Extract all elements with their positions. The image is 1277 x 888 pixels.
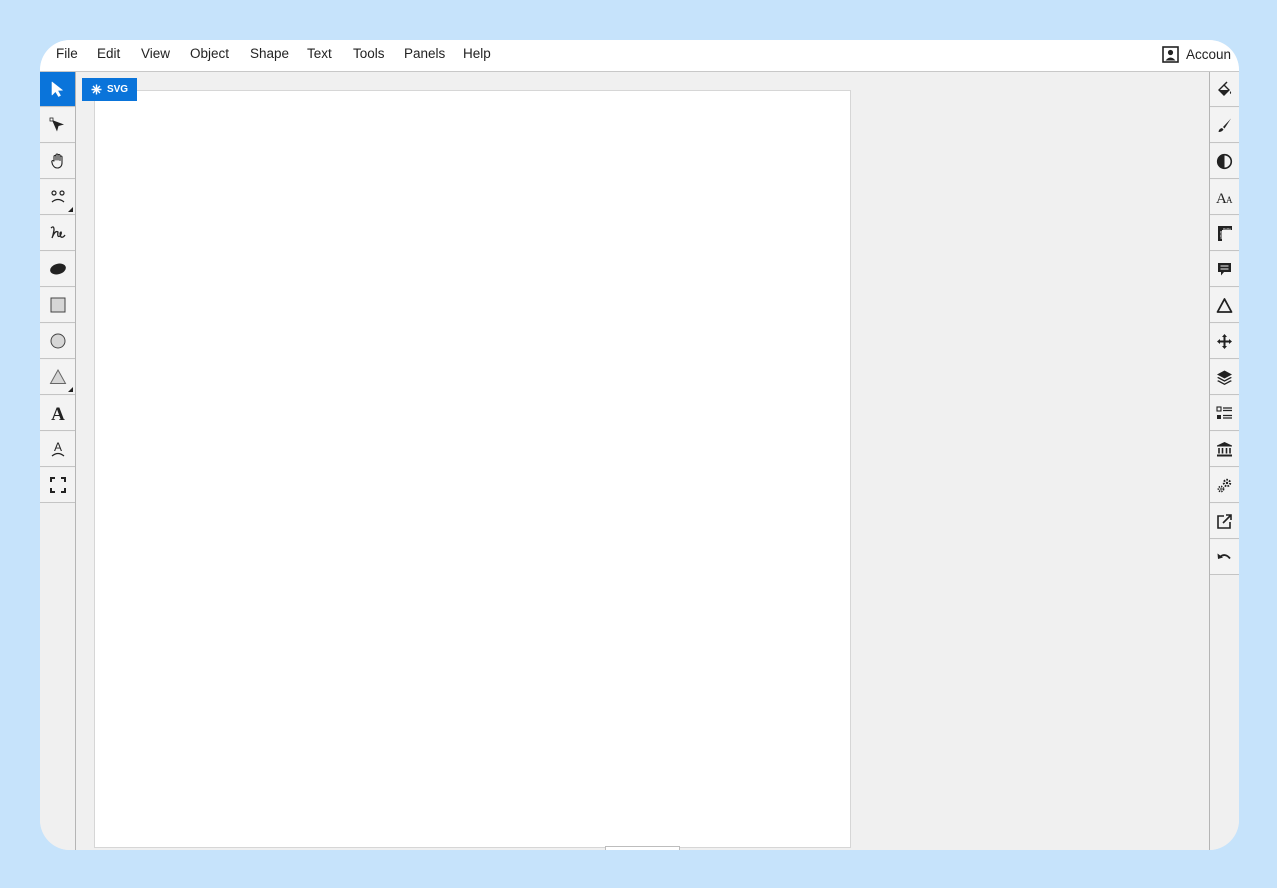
triangle-icon: [49, 368, 66, 384]
move-icon: [1217, 333, 1232, 349]
comment-icon: [1218, 262, 1231, 275]
tool-select[interactable]: [40, 72, 75, 107]
account-icon: [1162, 45, 1179, 63]
canvas-workspace[interactable]: SVG: [76, 72, 1209, 850]
panel-comments[interactable]: [1210, 252, 1239, 287]
tool-polygon[interactable]: [40, 360, 75, 395]
menu-file[interactable]: File: [56, 40, 78, 72]
font-size-icon: A A: [1216, 191, 1233, 206]
panel-opacity[interactable]: [1210, 144, 1239, 179]
menu-tools[interactable]: Tools: [353, 40, 385, 72]
panel-export[interactable]: [1210, 504, 1239, 539]
ruler-icon: [1218, 225, 1232, 241]
contrast-icon: [1216, 153, 1233, 169]
text-icon: A: [51, 404, 65, 422]
symbol-face-icon: [50, 190, 65, 203]
text-path-icon: A: [51, 440, 64, 457]
rectangle-icon: [50, 297, 65, 313]
ellipse-fill-icon: [49, 263, 66, 275]
panel-settings[interactable]: [1210, 468, 1239, 503]
menu-view[interactable]: View: [141, 40, 170, 72]
panel-stroke[interactable]: [1210, 108, 1239, 143]
tool-hand[interactable]: [40, 144, 75, 179]
tool-ellipse[interactable]: [40, 252, 75, 287]
tool-text-path[interactable]: A: [40, 432, 75, 467]
panel-layers[interactable]: [1210, 360, 1239, 395]
undo-icon: [1217, 553, 1231, 559]
account-label: Accoun: [1186, 46, 1232, 62]
account-button[interactable]: Accoun: [1162, 40, 1231, 72]
svg-text:A: A: [53, 440, 61, 454]
panel-library[interactable]: [1210, 432, 1239, 467]
asterisk-icon: [91, 84, 102, 95]
submenu-corner-icon: [68, 387, 73, 392]
menu-help[interactable]: Help: [463, 40, 491, 72]
menu-panels[interactable]: Panels: [404, 40, 445, 72]
layers-icon: [1217, 370, 1232, 385]
panel-font[interactable]: A A: [1210, 180, 1239, 215]
panel-dimensions[interactable]: [1210, 216, 1239, 251]
triangle-outline-icon: [1216, 297, 1233, 313]
freehand-pen-icon: [50, 226, 66, 239]
svg-root-tag[interactable]: SVG: [82, 78, 137, 101]
node-edit-icon: [49, 117, 64, 132]
menu-shape[interactable]: Shape: [250, 40, 289, 72]
left-toolbar: A A: [40, 72, 76, 850]
brush-icon: [1218, 118, 1231, 132]
svg-canvas-page[interactable]: [94, 90, 851, 848]
fill-bucket-icon: [1218, 81, 1232, 96]
page-resize-handle[interactable]: [605, 846, 680, 850]
panel-transform[interactable]: [1210, 324, 1239, 359]
svg-tag-label: SVG: [106, 84, 129, 95]
right-toolbar: A A: [1209, 72, 1239, 850]
library-icon: [1217, 441, 1232, 456]
tool-freehand[interactable]: [40, 216, 75, 251]
panel-history[interactable]: [1210, 540, 1239, 575]
tool-text[interactable]: A: [40, 396, 75, 431]
panel-objects-list[interactable]: [1210, 396, 1239, 431]
menu-text[interactable]: Text: [307, 40, 332, 72]
list-icon: [1216, 405, 1232, 419]
tool-circle[interactable]: [40, 324, 75, 359]
menu-edit[interactable]: Edit: [97, 40, 120, 72]
export-icon: [1217, 513, 1232, 529]
hand-pan-icon: [50, 153, 63, 169]
circle-icon: [50, 333, 65, 349]
panel-fill[interactable]: [1210, 72, 1239, 107]
select-arrow-icon: [51, 81, 63, 97]
tool-rectangle[interactable]: [40, 288, 75, 323]
tool-symbol[interactable]: [40, 180, 75, 215]
svg-text:A: A: [51, 404, 65, 422]
fullscreen-icon: [49, 477, 66, 493]
app-window: File Edit View Object Shape Text Tools P…: [40, 40, 1239, 850]
panel-shape[interactable]: [1210, 288, 1239, 323]
svg-text:A: A: [1226, 195, 1233, 205]
menu-bar: File Edit View Object Shape Text Tools P…: [40, 40, 1239, 72]
tool-fullscreen[interactable]: [40, 468, 75, 503]
menu-object[interactable]: Object: [190, 40, 229, 72]
settings-gears-icon: [1217, 478, 1232, 492]
submenu-corner-icon: [68, 207, 73, 212]
tool-node-edit[interactable]: [40, 108, 75, 143]
